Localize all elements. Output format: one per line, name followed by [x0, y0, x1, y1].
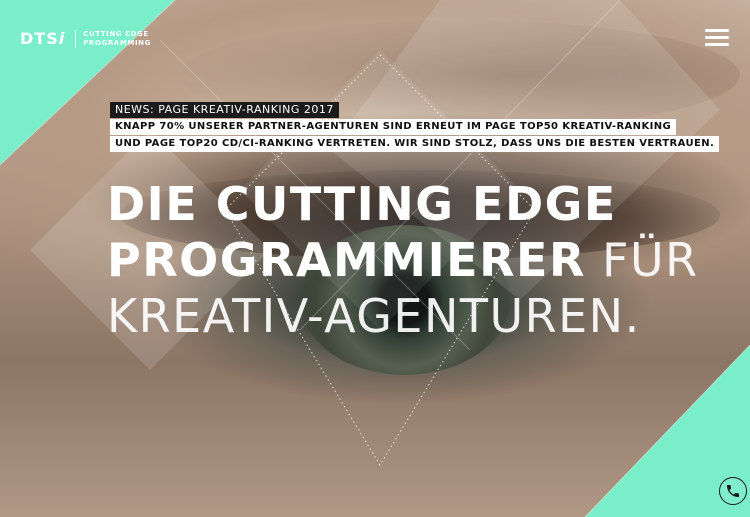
logo-wordmark: DTSi [20, 29, 66, 48]
news-tag[interactable]: NEWS: PAGE KREATIV-RANKING 2017 [110, 102, 339, 118]
logo-tagline: CUTTING EDGE PROGRAMMING [83, 30, 151, 48]
headline-line2: PROGRAMMIERER FÜR [107, 232, 699, 288]
headline-line1: DIE CUTTING EDGE [107, 177, 617, 231]
logo-tagline-line1: CUTTING EDGE [83, 29, 149, 38]
headline-line2-bold: PROGRAMMIERER [107, 233, 586, 287]
hero-section: DTSi CUTTING EDGE PROGRAMMING NEWS: PAGE… [0, 0, 750, 517]
logo-tagline-line2: PROGRAMMING [83, 38, 151, 47]
hero-headline: DIE CUTTING EDGE PROGRAMMIERER FÜR KREAT… [107, 176, 699, 344]
phone-icon[interactable] [719, 477, 747, 505]
news-banner[interactable]: NEWS: PAGE KREATIV-RANKING 2017 KNAPP 70… [110, 98, 720, 152]
logo-divider [75, 29, 77, 48]
brand-logo[interactable]: DTSi CUTTING EDGE PROGRAMMING [20, 29, 151, 48]
hamburger-icon[interactable] [705, 29, 729, 47]
headline-line3: KREATIV-AGENTUREN. [107, 289, 641, 343]
phone-glyph [727, 485, 739, 497]
headline-line2-light: FÜR [585, 233, 699, 287]
news-text-line1: KNAPP 70% UNSERER PARTNER-AGENTUREN SIND… [110, 119, 677, 135]
news-text-line2: UND PAGE TOP20 CD/CI-RANKING VERTRETEN. … [110, 136, 720, 152]
